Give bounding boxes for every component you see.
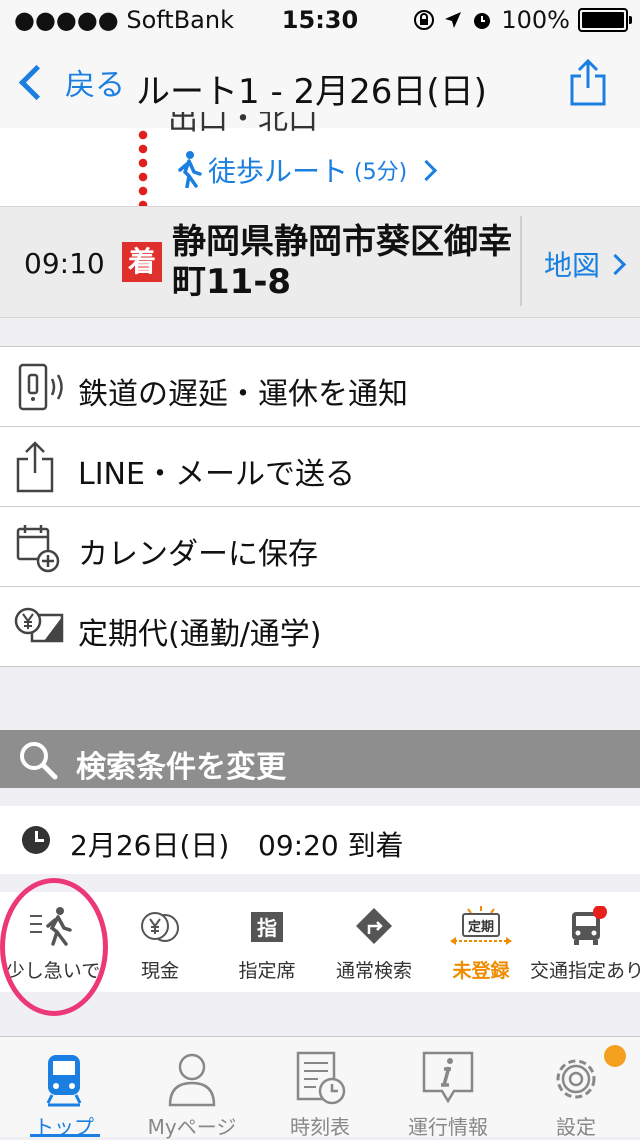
orientation-lock-icon [414,10,435,30]
chevron-right-icon [416,159,438,181]
option-label: 交通指定あり [529,960,640,982]
chevron-left-icon [18,64,55,100]
phone-notify-icon [18,363,63,411]
battery-percent: 100% [501,6,570,34]
battery-icon [578,8,632,32]
action-list: 鉄道の遅延・運休を通知 LINE・メールで送る カレンダーに保存 定期代(通勤/… [0,346,640,667]
action-label: LINE・メールで送る [78,457,355,492]
walk-route-label: 徒歩ルート [208,155,349,188]
option-search-mode[interactable]: 通常検索 [321,892,427,992]
arrival-time: 09:10 [24,247,105,280]
walking-icon [178,151,202,188]
chevron-right-icon [604,253,627,275]
action-label: カレンダーに保存 [78,537,318,572]
change-search-header[interactable]: 検索条件を変更 [0,730,640,788]
calendar-add-icon [16,525,60,573]
search-icon [20,742,58,780]
tab-mypage[interactable]: Myページ [128,1037,256,1139]
gear-icon [556,1059,596,1099]
share-icon[interactable] [568,58,608,106]
location-icon [445,12,462,28]
tab-timetable[interactable]: 時刻表 [256,1037,384,1139]
train-icon [46,1055,82,1107]
exit-label: 出口・北口 [168,112,318,134]
page-title: ルート1 - 2月26日(日) [136,72,487,112]
back-button[interactable]: 戻る [14,60,125,104]
yen-pass-icon [14,607,64,643]
timetable-icon [296,1051,346,1105]
option-payment[interactable]: 現金 [107,892,213,992]
save-calendar-item[interactable]: カレンダーに保存 [0,507,640,587]
tab-top[interactable]: トップ [0,1037,128,1139]
arrival-badge: 着 [122,242,162,282]
share-icon [16,441,54,493]
option-seat[interactable]: 指 指定席 [214,892,320,992]
person-icon [168,1053,216,1107]
svg-text:指: 指 [257,916,277,940]
commuter-fare-item[interactable]: 定期代(通勤/通学) [0,587,640,666]
info-icon [422,1051,474,1104]
option-transport[interactable]: 交通指定あり [530,892,640,992]
status-right: 100% [413,6,632,34]
highlight-circle [0,878,108,1016]
yen-coin-icon [141,912,179,942]
bus-icon [572,906,607,945]
walk-minutes: (5分) [354,160,408,185]
tab-bar: トップ Myページ 時刻表 運行情報 設定 [0,1036,640,1139]
divider [520,216,522,306]
walk-route-link[interactable]: 徒歩ルート (5分) [208,150,438,190]
svg-text:定期: 定期 [467,919,494,935]
route-sign-icon [356,908,392,944]
back-label: 戻る [65,68,125,103]
send-line-mail-item[interactable]: LINE・メールで送る [0,427,640,507]
notify-delay-item[interactable]: 鉄道の遅延・運休を通知 [0,347,640,427]
tab-service-info[interactable]: 運行情報 [384,1037,512,1139]
destination-name: 静岡県静岡市葵区御幸町11-8 [172,222,512,302]
clock-icon [22,826,50,854]
map-button[interactable]: 地図 [544,244,627,284]
reserved-seat-icon: 指 [251,912,283,942]
notification-dot [604,1045,626,1067]
action-label: 定期代(通勤/通学) [78,617,322,652]
option-commuter-pass[interactable]: 定期 未登録 [428,892,534,992]
navigation-bar: 戻る ルート1 - 2月26日(日) [0,40,640,129]
map-label: 地図 [544,249,601,282]
search-date: 2月26日(日) [70,829,230,862]
tab-settings[interactable]: 設定 [512,1037,640,1139]
search-time: 09:20 到着 [258,829,404,862]
status-bar: ●●●●● SoftBank 15:30 100% [0,0,640,40]
search-condition-row[interactable]: 2月26日(日) 09:20 到着 [0,806,640,874]
action-label: 鉄道の遅延・運休を通知 [78,377,408,412]
alarm-icon [474,13,491,29]
commuter-pass-icon: 定期 [450,906,512,945]
change-search-label: 検索条件を変更 [76,750,286,785]
